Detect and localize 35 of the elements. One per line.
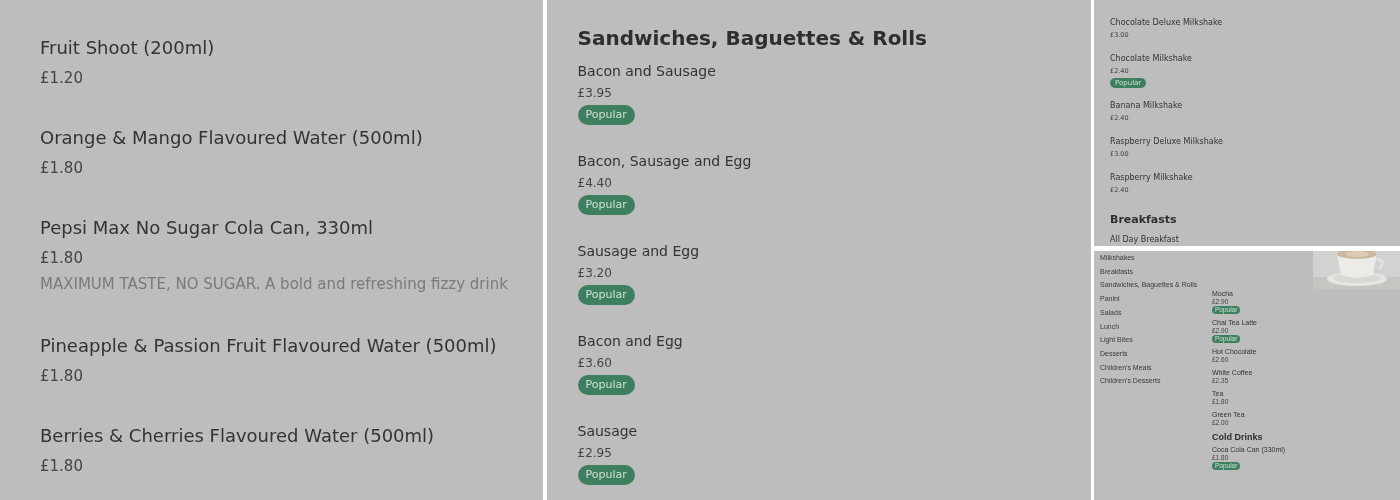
item-name[interactable]: Chocolate Deluxe Milkshake	[1110, 17, 1223, 29]
item-price: £1.80	[40, 158, 83, 179]
section-heading: Breakfasts	[1110, 212, 1178, 228]
item-name[interactable]: Pepsi Max No Sugar Cola Can, 330ml	[40, 215, 374, 241]
item-price: £1.80	[40, 366, 83, 387]
item-price: £3.60	[577, 355, 612, 372]
item-price: £1.80	[40, 456, 83, 477]
popular-badge: Popular	[577, 195, 635, 215]
popular-badge: Popular	[577, 375, 635, 395]
item-price: £3.95	[577, 85, 612, 102]
item-name[interactable]: Bacon and Sausage	[577, 61, 716, 81]
popular-badge: Popular	[577, 105, 635, 125]
item-name[interactable]: Berries & Cherries Flavoured Water (500ml)	[40, 423, 435, 449]
item-price: £1.20	[40, 68, 83, 89]
item-name[interactable]: Orange & Mango Flavoured Water (500ml)	[40, 125, 423, 151]
item-name[interactable]: All Day Breakfast	[1110, 234, 1179, 246]
section-heading: Cold Drinks	[1212, 431, 1264, 443]
item-name[interactable]: Sausage and Egg	[577, 241, 700, 261]
item-name[interactable]: Sausage	[577, 421, 638, 441]
item-price: £1.80	[40, 248, 83, 269]
popular-badge: Popular	[577, 285, 635, 305]
item-price: £4.40	[577, 175, 612, 192]
item-name[interactable]: Raspberry Deluxe Milkshake	[1110, 136, 1223, 148]
item-name[interactable]: Bacon and Egg	[577, 331, 683, 351]
item-name[interactable]: Bacon, Sausage and Egg	[577, 151, 752, 171]
item-name[interactable]: Banana Milkshake	[1110, 100, 1183, 112]
item-name[interactable]: Fruit Shoot (200ml)	[40, 35, 215, 61]
popular-badge: Popular	[577, 465, 635, 485]
item-name[interactable]: Pineapple & Passion Fruit Flavoured Water (500ml)	[40, 333, 497, 359]
item-price: £2.95	[577, 445, 612, 462]
item-price: £3.20	[577, 265, 612, 282]
section-heading: Sandwiches, Baguettes & Rolls	[577, 25, 927, 51]
item-description: MAXIMUM TASTE, NO SUGAR. A bold and refreshing fizzy drink	[40, 274, 508, 295]
item-name[interactable]: Raspberry Milkshake	[1110, 172, 1193, 184]
item-name[interactable]: Chocolate Milkshake	[1110, 53, 1192, 65]
